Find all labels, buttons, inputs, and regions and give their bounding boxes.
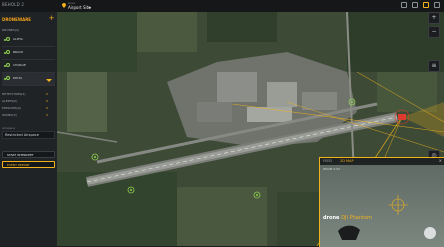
start-intercept-button[interactable]: START INTERCEPT bbox=[2, 151, 55, 158]
stat-value: 2 bbox=[46, 92, 48, 96]
layers-icon: ≡ bbox=[431, 62, 437, 69]
drones-section-title: DRONES(4) bbox=[2, 28, 20, 32]
feed-zoom: ZOOM 2.5X bbox=[323, 167, 341, 171]
alert-icon[interactable] bbox=[423, 2, 429, 8]
drone-row[interactable]: CHARLIE bbox=[2, 60, 55, 73]
drone-icon bbox=[6, 37, 10, 41]
airspace-value: Restricted Airspace bbox=[5, 133, 39, 137]
zoom-out-button[interactable]: − bbox=[428, 26, 440, 38]
drone-name: ALPHA bbox=[13, 37, 23, 41]
close-icon[interactable]: × bbox=[439, 158, 442, 163]
airspace-label: Airspace bbox=[2, 126, 15, 130]
event-report-label: EVENT REPORT bbox=[7, 163, 30, 167]
stat-name: DETECTIONS(2) bbox=[2, 92, 26, 96]
stat-row[interactable]: ALERTS(0) 0 bbox=[2, 99, 55, 105]
drone-row-selected[interactable]: DELTA bbox=[2, 73, 55, 86]
start-intercept-label: START INTERCEPT bbox=[7, 153, 34, 157]
feed-mode: 2D MAP bbox=[340, 159, 354, 163]
event-report-button[interactable]: EVENT REPORT bbox=[2, 161, 55, 168]
sidebar-title: DRONEWARE bbox=[2, 17, 32, 22]
sidebar-header: DRONEWARE + bbox=[0, 15, 57, 24]
grid-icon[interactable] bbox=[412, 2, 418, 8]
camera-feed-image bbox=[320, 158, 444, 247]
top-icons bbox=[401, 2, 440, 8]
drone-icon bbox=[6, 63, 10, 67]
stat-row[interactable]: MISSIONS(0) 0 bbox=[2, 106, 55, 112]
zoom-in-button[interactable]: + bbox=[428, 12, 440, 24]
drone-row[interactable]: ALPHA bbox=[2, 34, 55, 47]
stat-value: 0 bbox=[46, 106, 48, 110]
plus-icon: + bbox=[431, 14, 437, 21]
stat-row[interactable]: DETECTIONS(2) 2 bbox=[2, 92, 55, 98]
target-class: drone bbox=[323, 215, 340, 221]
airspace-select[interactable]: Restricted Airspace bbox=[2, 131, 55, 139]
app-brand: BEHOLD 2 bbox=[2, 2, 25, 7]
chevron-down-icon bbox=[46, 79, 52, 82]
drone-row[interactable]: BRAVO bbox=[2, 47, 55, 60]
stat-value: 3 bbox=[46, 113, 48, 117]
drone-icon bbox=[6, 76, 10, 80]
sidebar: DRONEWARE + DRONES(4) ALPHA BRAVO CHARLI… bbox=[0, 12, 58, 246]
layers-button[interactable]: ≡ bbox=[428, 60, 440, 72]
record-button[interactable] bbox=[424, 227, 436, 239]
stat-name: ALERTS(0) bbox=[2, 99, 18, 103]
stat-row[interactable]: ZONES(3) 3 bbox=[2, 113, 55, 119]
drone-name: BRAVO bbox=[13, 50, 24, 54]
settings-icon[interactable] bbox=[434, 2, 440, 8]
feed-header: FEED 2D MAP × bbox=[320, 158, 444, 165]
target-model: DJI Phantom bbox=[341, 215, 372, 221]
pin-icon bbox=[62, 3, 66, 8]
camera-feed-panel[interactable]: FEED 2D MAP × ZOOM 2.5X drone DJI Phanto… bbox=[319, 157, 444, 247]
minus-icon: − bbox=[431, 28, 437, 35]
feed-title: FEED bbox=[323, 159, 333, 163]
drone-name: DELTA bbox=[13, 76, 23, 80]
layers-icon[interactable] bbox=[401, 2, 407, 8]
feed-target-label: drone DJI Phantom bbox=[323, 215, 372, 221]
drone-icon bbox=[6, 50, 10, 54]
add-icon[interactable]: + bbox=[48, 15, 55, 22]
chevron-down-icon: ▾ bbox=[89, 5, 92, 10]
location-value: Airport Site bbox=[68, 5, 91, 10]
stat-name: ZONES(3) bbox=[2, 113, 17, 117]
drone-name: CHARLIE bbox=[13, 63, 26, 67]
stat-name: MISSIONS(0) bbox=[2, 106, 21, 110]
stat-value: 0 bbox=[46, 99, 48, 103]
